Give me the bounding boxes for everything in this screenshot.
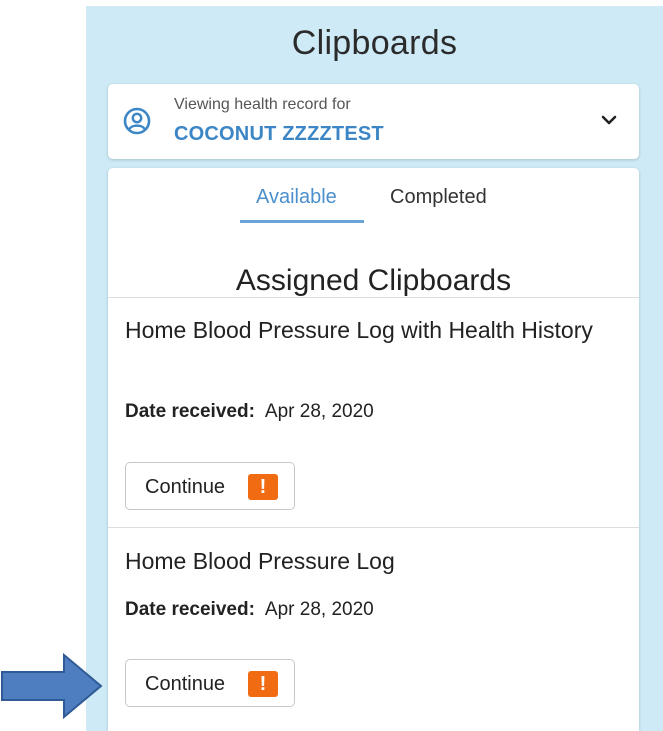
patient-selector[interactable]: Viewing health record for COCONUT ZZZZTE… — [108, 84, 639, 159]
date-received-label: Date received: — [125, 599, 255, 620]
continue-label: Continue — [145, 673, 226, 695]
arrow-right-icon — [1, 652, 103, 720]
page-title: Clipboards — [291, 24, 458, 62]
clipboard-title: Home Blood Pressure Log — [125, 548, 395, 574]
clipboards-card: Available Completed Assigned Clipboards … — [108, 168, 639, 731]
top-clip-area — [86, 0, 663, 6]
continue-label: Continue — [145, 476, 226, 498]
person-circle-icon — [123, 107, 151, 135]
continue-button[interactable]: Continue ! — [125, 462, 295, 510]
continue-button[interactable]: Continue ! — [125, 659, 295, 707]
date-received-label: Date received: — [125, 401, 255, 422]
tab-completed[interactable]: Completed — [390, 186, 487, 209]
section-title: Assigned Clipboards — [235, 264, 512, 297]
date-received-value: Apr 28, 2020 — [264, 599, 374, 620]
clipboard-title: Home Blood Pressure Log with Health Hist… — [125, 317, 593, 343]
active-tab-indicator — [240, 220, 364, 223]
date-received-row: Date received: Apr 28, 2020 — [125, 599, 374, 621]
alert-icon: ! — [248, 474, 278, 500]
alert-icon: ! — [248, 671, 278, 697]
chevron-down-icon[interactable] — [599, 110, 619, 130]
clipboards-panel: Clipboards Viewing health record for COC… — [86, 0, 663, 731]
divider — [108, 297, 639, 298]
divider — [108, 527, 639, 528]
viewing-label: Viewing health record for — [174, 96, 351, 113]
date-received-row: Date received: Apr 28, 2020 — [125, 401, 374, 423]
patient-name: COCONUT ZZZZTEST — [174, 123, 384, 145]
tab-available[interactable]: Available — [256, 186, 337, 209]
date-received-value: Apr 28, 2020 — [264, 401, 374, 422]
